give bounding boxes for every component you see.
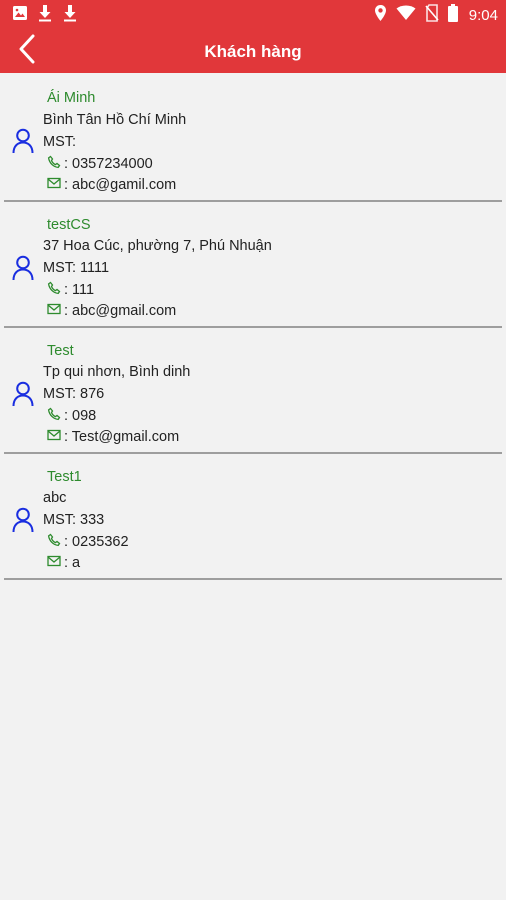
customer-email-row: : abc@gmail.com — [47, 303, 176, 319]
customer-address: Bình Tân Hồ Chí Minh — [43, 112, 187, 128]
customer-name: Test — [47, 343, 74, 359]
back-arrow-icon — [18, 34, 36, 69]
person-icon — [12, 507, 34, 533]
no-sim-icon — [425, 3, 439, 27]
email-icon — [47, 429, 64, 445]
location-icon — [374, 4, 387, 27]
customer-phone: : 0235362 — [64, 534, 129, 550]
customer-name: Test1 — [47, 469, 82, 485]
customer-mst: MST: 333 — [43, 512, 105, 528]
customer-phone-row: : 0357234000 — [47, 155, 153, 173]
customer-address: Tp qui nhơn, Bình dinh — [43, 364, 191, 380]
customer-list-item[interactable]: Ái Minh Bình Tân Hồ Chí Minh MST: : 0357… — [4, 73, 502, 202]
customer-phone-row: : 0235362 — [47, 533, 129, 551]
person-icon — [12, 381, 34, 407]
customer-email: : abc@gmail.com — [64, 303, 177, 319]
image-icon — [12, 5, 28, 26]
wifi-icon — [396, 5, 416, 26]
email-icon — [47, 555, 64, 571]
page-title: Khách hàng — [204, 41, 302, 61]
customer-email-row: : a — [47, 555, 80, 571]
customer-name: Ái Minh — [47, 90, 96, 106]
back-button[interactable] — [12, 34, 42, 68]
customer-phone-row: : 098 — [47, 407, 96, 425]
battery-icon — [447, 3, 458, 27]
customer-address: abc — [43, 490, 67, 506]
phone-icon — [47, 407, 64, 425]
customer-mst: MST: 876 — [43, 386, 105, 402]
customer-email-row: : abc@gamil.com — [47, 177, 176, 193]
toolbar: Khách hàng — [0, 30, 506, 73]
customer-phone: : 098 — [64, 408, 97, 424]
customer-mst: MST: 1111 — [43, 260, 110, 276]
phone-icon — [47, 155, 64, 173]
phone-icon — [47, 533, 64, 551]
status-time: 9:04 — [468, 6, 498, 24]
person-icon — [12, 128, 34, 154]
customer-list: Ái Minh Bình Tân Hồ Chí Minh MST: : 0357… — [0, 73, 506, 580]
customer-name: testCS — [47, 217, 91, 233]
email-icon — [47, 303, 64, 319]
customer-phone-row: : 111 — [47, 281, 94, 299]
customer-list-item[interactable]: testCS 37 Hoa Cúc, phường 7, Phú Nhuận M… — [4, 202, 502, 328]
download-icon — [62, 4, 78, 27]
customer-phone: : 0357234000 — [64, 156, 153, 172]
status-bar: 9:04 — [0, 0, 506, 30]
customer-phone: : 111 — [64, 282, 95, 298]
customer-mst: MST: — [43, 134, 77, 150]
app-bar: 9:04 Khách hàng — [0, 0, 506, 73]
customer-email: : abc@gamil.com — [64, 177, 177, 193]
customer-address: 37 Hoa Cúc, phường 7, Phú Nhuận — [43, 238, 272, 254]
customer-email: : a — [64, 555, 81, 571]
customer-list-item[interactable]: Test1 abc MST: 333 : 0235362 : a — [4, 454, 502, 580]
download-icon — [37, 4, 53, 27]
customer-list-item[interactable]: Test Tp qui nhơn, Bình dinh MST: 876 : 0… — [4, 328, 502, 454]
email-icon — [47, 177, 64, 193]
customer-email-row: : Test@gmail.com — [47, 429, 179, 445]
person-icon — [12, 255, 34, 281]
phone-icon — [47, 281, 64, 299]
customer-email: : Test@gmail.com — [64, 429, 180, 445]
